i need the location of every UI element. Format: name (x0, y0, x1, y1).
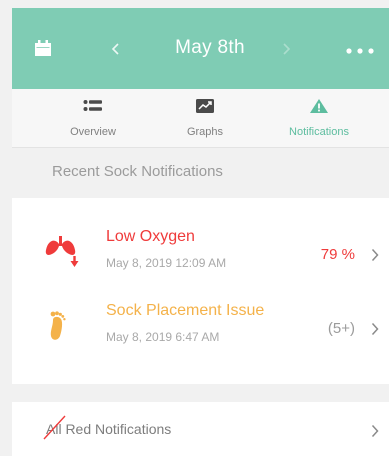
chevron-left-icon[interactable] (110, 41, 122, 57)
tab-label: Graphs (186, 126, 224, 138)
chart-icon (196, 99, 214, 113)
date-header: May 8th (12, 8, 389, 89)
lungs-icon (45, 236, 79, 267)
chevron-right-icon (283, 43, 291, 55)
notification-title: Sock Placement Issue (106, 302, 265, 319)
notification-time: May 8, 2019 12:09 AM (106, 256, 227, 270)
notification-value: (5+) (327, 320, 355, 337)
list-icon (83, 100, 102, 111)
chevron-right-icon (371, 322, 379, 336)
notification-value: 79 % (320, 246, 355, 263)
notification-row[interactable]: Sock Placement Issue May 8, 2019 6:47 AM… (12, 298, 389, 378)
section-title: Recent Sock Notifications (52, 163, 223, 180)
red-slash-mark (43, 415, 66, 440)
notifications-card: Low Oxygen May 8, 2019 12:09 AM 79 % Soc… (12, 198, 389, 384)
notification-title: Low Oxygen (106, 228, 195, 245)
notification-time: May 8, 2019 6:47 AM (106, 330, 220, 344)
tab-notifications[interactable]: Notifications (274, 89, 364, 147)
all-red-notifications-row[interactable]: All Red Notifications (12, 402, 389, 456)
current-date: May 8th (175, 37, 245, 58)
chevron-right-icon (371, 248, 379, 262)
chevron-right-icon (371, 424, 379, 438)
tab-graphs[interactable]: Graphs (170, 89, 240, 147)
tab-label: Notifications (289, 126, 349, 138)
foot-icon (50, 311, 66, 340)
app-screen: May 8th Overview Graphs Notifications Re… (12, 8, 389, 456)
tab-label: Overview (70, 126, 116, 138)
tab-overview[interactable]: Overview (58, 89, 128, 147)
calendar-icon[interactable] (34, 39, 52, 57)
notification-row[interactable]: Low Oxygen May 8, 2019 12:09 AM 79 % (12, 224, 389, 304)
warning-icon (310, 99, 328, 113)
more-icon[interactable] (346, 48, 374, 54)
tab-bar: Overview Graphs Notifications (12, 89, 389, 148)
